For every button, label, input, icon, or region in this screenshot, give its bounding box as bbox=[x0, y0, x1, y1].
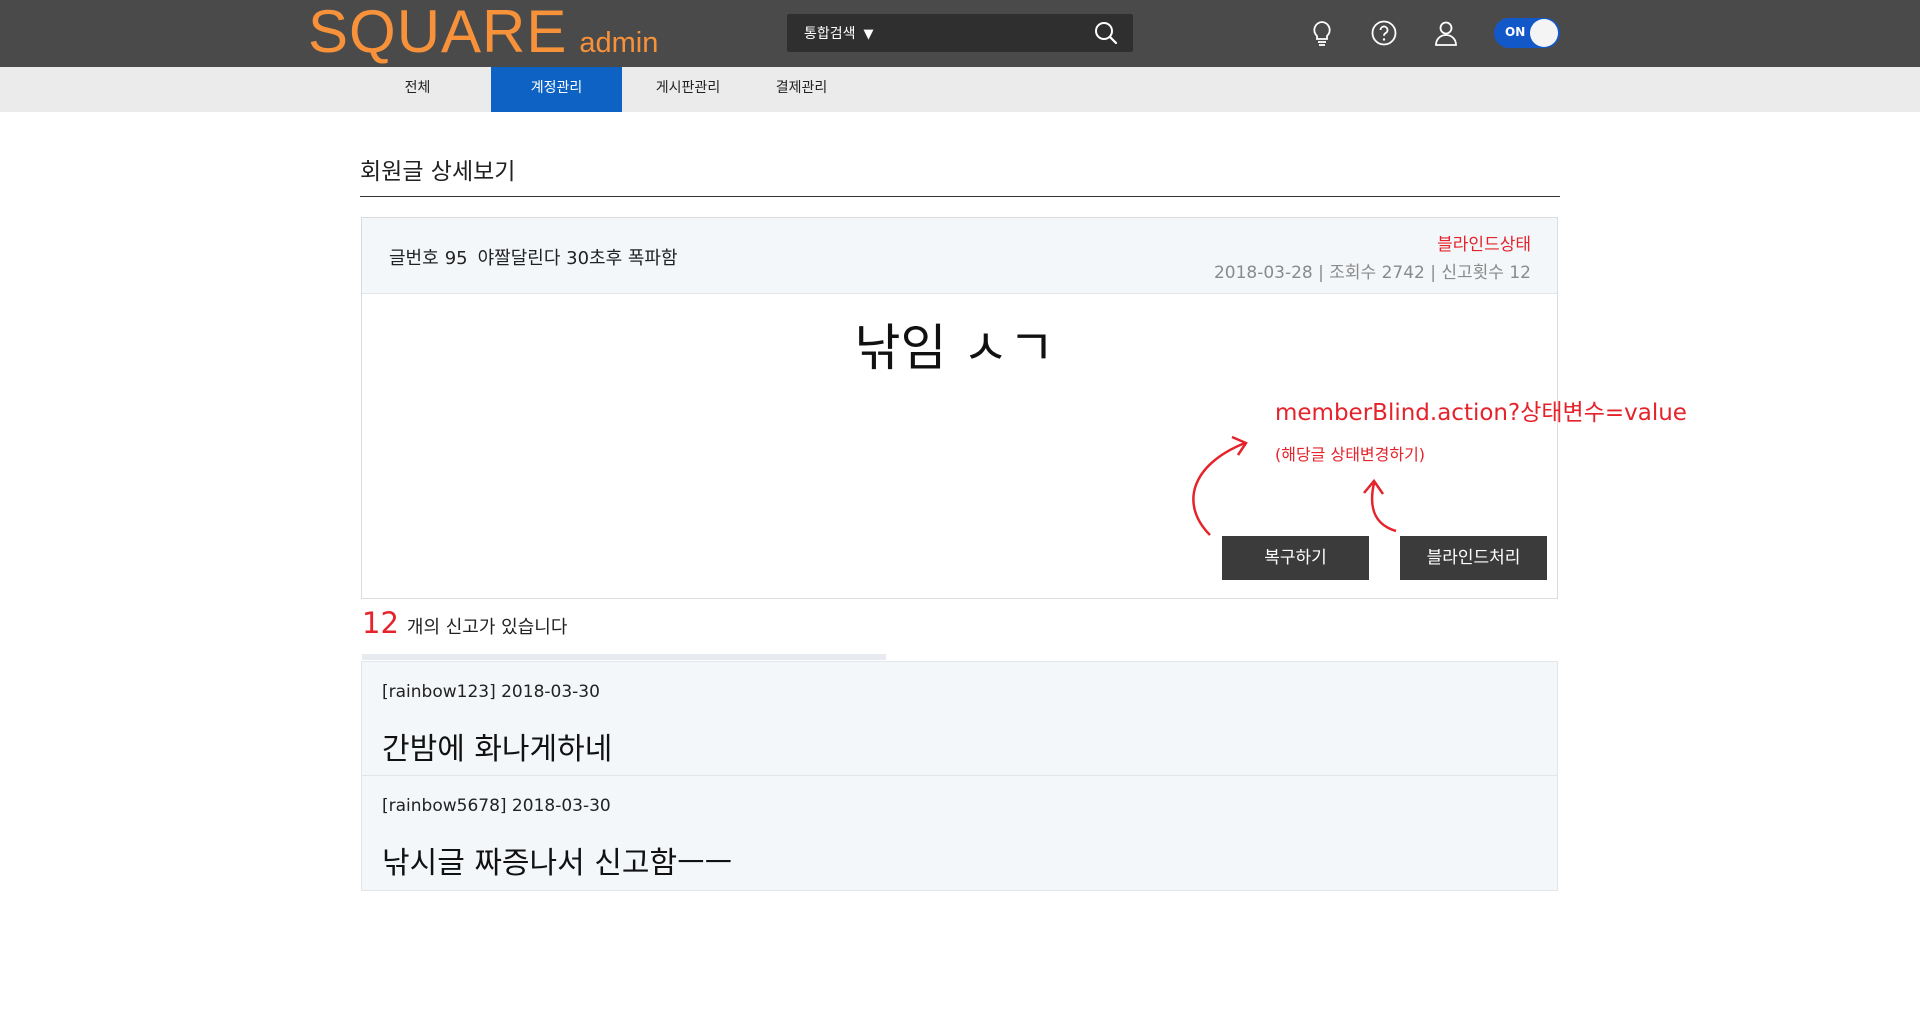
title-divider bbox=[360, 196, 1560, 197]
report-count: 12 bbox=[362, 606, 399, 640]
left-arrow-icon bbox=[1192, 441, 1246, 536]
search-scope-label: 통합검색 bbox=[804, 26, 856, 42]
search-input[interactable] bbox=[907, 19, 1091, 47]
search-scope-dropdown[interactable]: 통합검색 ▼ bbox=[804, 23, 874, 43]
report-meta: [rainbow123] 2018-03-30 bbox=[382, 682, 600, 702]
report-list: [rainbow123] 2018-03-30 간밤에 화나게하네 [rainb… bbox=[361, 661, 1558, 891]
top-bar: SQUARE admin 통합검색 ▼ ON bbox=[0, 0, 1920, 67]
logo[interactable]: SQUARE admin bbox=[308, 0, 658, 67]
report-content: 낚시글 짜증나서 신고함ㅡㅡ bbox=[382, 846, 733, 881]
post-number: 95 bbox=[444, 248, 468, 269]
annotation-action: memberBlind.action?상태변수=value bbox=[1275, 400, 1687, 426]
toggle-knob bbox=[1530, 19, 1558, 47]
logo-sub: admin bbox=[579, 27, 659, 59]
tab-account-management[interactable]: 계정관리 bbox=[491, 67, 622, 112]
post-body: 낚임 ㅅㄱ bbox=[854, 319, 1055, 377]
tab-payment-management[interactable]: 결제관리 bbox=[754, 67, 849, 112]
post-number-label: 글번호 bbox=[389, 248, 439, 269]
report-meta: [rainbow5678] 2018-03-30 bbox=[382, 796, 611, 816]
report-divider bbox=[362, 654, 886, 660]
tab-all[interactable]: 전체 bbox=[360, 67, 475, 112]
annotation-arrows bbox=[1192, 435, 1397, 536]
post-subject: 야짤달린다 30초후 폭파함 bbox=[477, 248, 678, 269]
logo-main: SQUARE bbox=[308, 0, 568, 65]
report-content: 간밤에 화나게하네 bbox=[382, 732, 613, 767]
right-arrow-icon bbox=[1370, 482, 1397, 533]
tab-board-management[interactable]: 게시판관리 bbox=[638, 67, 738, 112]
lightbulb-icon[interactable] bbox=[1307, 18, 1337, 48]
post-header: 글번호 95 야짤달린다 30초후 폭파함 블라인드상태 2018-03-28 | … bbox=[362, 218, 1557, 294]
search-bar: 통합검색 ▼ bbox=[787, 14, 1133, 52]
help-icon[interactable] bbox=[1369, 18, 1399, 48]
search-icon[interactable] bbox=[1093, 20, 1119, 46]
restore-button[interactable]: 복구하기 bbox=[1222, 536, 1369, 580]
post-meta: 2018-03-28 | 조회수 2742 | 신고횟수 12 bbox=[1213, 263, 1531, 283]
report-summary: 12 개의 신고가 있습니다 bbox=[362, 606, 567, 640]
caret-down-icon: ▼ bbox=[863, 27, 874, 42]
nav-bar: 전체 계정관리 게시판관리 결제관리 bbox=[0, 67, 1920, 112]
page-title: 회원글 상세보기 bbox=[360, 159, 516, 185]
on-off-toggle[interactable]: ON bbox=[1494, 18, 1560, 48]
toggle-label: ON bbox=[1505, 25, 1526, 39]
report-item: [rainbow123] 2018-03-30 간밤에 화나게하네 bbox=[361, 661, 1558, 775]
report-item: [rainbow5678] 2018-03-30 낚시글 짜증나서 신고함ㅡㅡ bbox=[361, 775, 1558, 891]
post-state-badge: 블라인드상태 bbox=[1437, 235, 1531, 255]
report-summary-text: 개의 신고가 있습니다 bbox=[406, 617, 568, 638]
user-icon[interactable] bbox=[1431, 18, 1461, 48]
blind-button[interactable]: 블라인드처리 bbox=[1400, 536, 1547, 580]
post-number-line: 글번호 95 야짤달린다 30초후 폭파함 bbox=[389, 244, 678, 270]
